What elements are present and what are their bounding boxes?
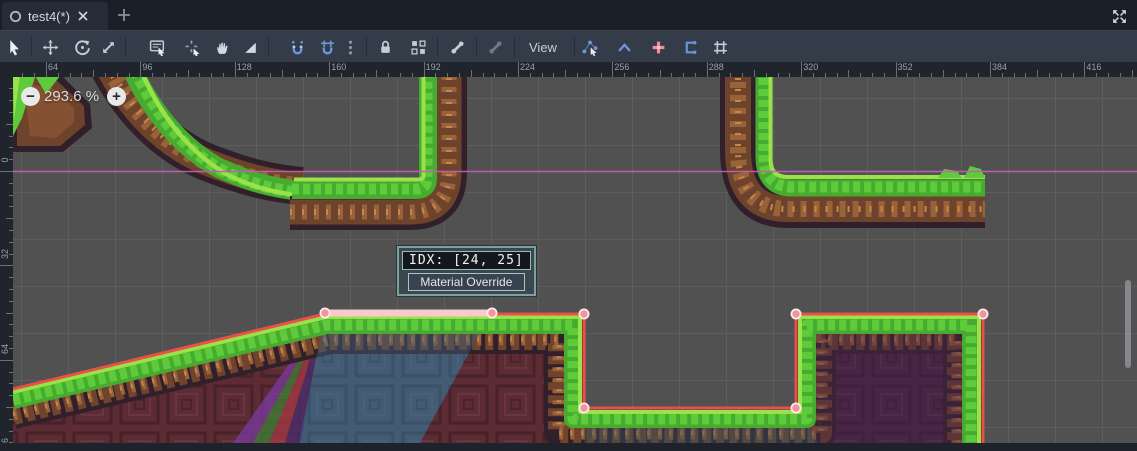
scene-circle-icon [8,9,23,24]
ruler-horizontal: 6496128160192224256288320352384416 [13,62,1137,77]
toolbar-separator [268,37,269,57]
group-button[interactable] [406,35,430,59]
skeleton-bone-button[interactable] [445,35,469,59]
tab-label: test4(*) [28,9,70,24]
ruler-vertical: 0326496 [0,77,13,443]
tooltip-material-override-label: Material Override [408,273,525,291]
edit-points-tool-button[interactable] [578,35,602,59]
grid-snap-button[interactable] [315,35,339,59]
view-menu-button[interactable]: View [523,35,563,59]
tooltip-idx-label: IDX: [24, 25] [402,251,531,270]
edge-info-tooltip: IDX: [24, 25] Material Override [397,246,536,296]
smart-snap-button[interactable] [285,35,309,59]
scene-tab-bar: test4(*) [0,0,1137,31]
zoom-out-button[interactable]: − [21,87,40,106]
scene-render [13,77,1137,443]
add-scene-tab-button[interactable] [112,3,136,27]
toolbar-separator [476,37,477,57]
vertex-handle[interactable] [487,308,496,317]
ruler-corner [0,62,13,77]
vertex-handle[interactable] [791,403,800,412]
scene-tab-active[interactable]: test4(*) [2,2,108,30]
toolbar-separator [31,37,32,57]
vertex-handle[interactable] [579,403,588,412]
lock-button[interactable] [373,35,397,59]
bottom-panel-edge [0,443,1137,451]
edit-polygon-tool-button[interactable] [678,35,702,59]
expand-viewport-icon[interactable] [1109,6,1129,26]
tab-close-icon[interactable] [77,10,89,22]
pan-tool-button[interactable] [210,35,234,59]
toolbar-separator [366,37,367,57]
zoom-level-label[interactable]: 293.6 % [44,88,99,105]
vertex-handle[interactable] [579,309,588,318]
shape-snap-options-button[interactable] [708,35,732,59]
rotate-tool-button[interactable] [70,35,94,59]
edit-curve-tool-button[interactable] [612,35,636,59]
canvas-toolbar: View [0,30,1137,62]
list-select-tool-button[interactable] [145,35,169,59]
godot-2d-editor: test4(*) [0,0,1137,451]
move-tool-button[interactable] [38,35,62,59]
vertical-scrollbar[interactable] [1125,280,1131,368]
select-tool-button[interactable] [2,35,26,59]
toolbar-separator [574,37,575,57]
toolbar-separator [125,37,126,57]
ruler-tool-button[interactable] [238,35,262,59]
scale-tool-button[interactable] [96,35,120,59]
add-point-tool-button[interactable] [646,35,670,59]
vertex-handle[interactable] [320,308,329,317]
vertex-handle[interactable] [791,309,800,318]
toolbar-separator [514,37,515,57]
skeleton-options-button[interactable] [483,35,507,59]
toolbar-separator [437,37,438,57]
vertex-handle[interactable] [978,309,987,318]
viewport-canvas[interactable] [13,77,1137,443]
zoom-in-button[interactable]: + [107,87,126,106]
snap-options-menu-button[interactable] [338,35,362,59]
move-point-tool-button[interactable] [180,35,204,59]
